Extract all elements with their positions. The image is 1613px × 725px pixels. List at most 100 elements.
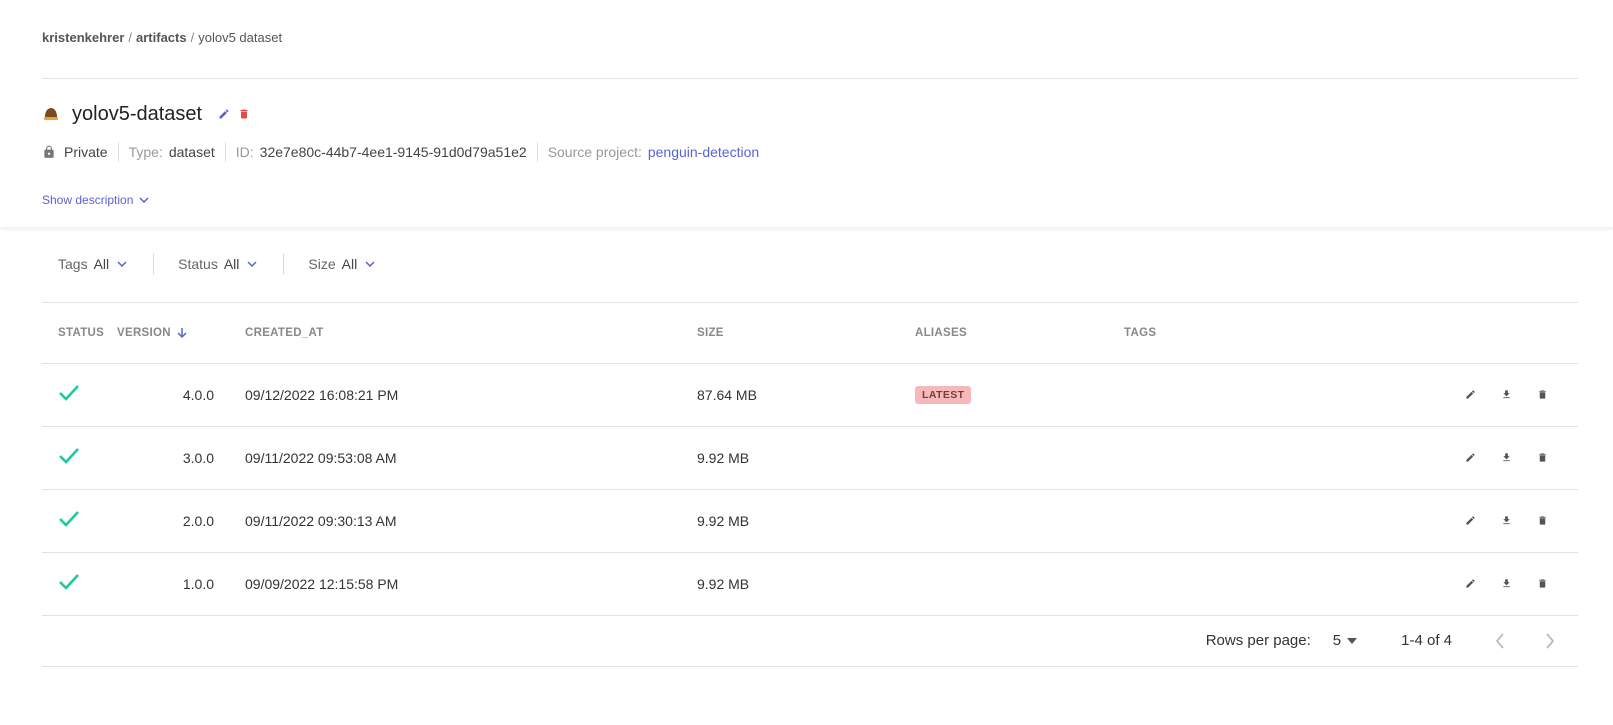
rows-per-page-select[interactable]: 5 <box>1332 632 1358 649</box>
version-cell: 1.0.0 <box>117 552 245 616</box>
filter-bar: Tags All Status All Size All <box>42 250 391 278</box>
version-cell: 4.0.0 <box>117 363 245 427</box>
check-icon <box>59 574 79 590</box>
visibility-value: Private <box>64 144 108 160</box>
id-value: 32e7e80c-44b7-4ee1-9145-91d0d79a51e2 <box>259 144 527 160</box>
delete-icon[interactable] <box>1532 511 1552 531</box>
next-page-icon[interactable] <box>1540 631 1560 651</box>
aliases-cell <box>915 552 1124 616</box>
rows-per-page-value: 5 <box>1332 632 1342 649</box>
artifact-icon <box>42 105 60 123</box>
version-cell: 3.0.0 <box>117 426 245 490</box>
size-cell: 9.92 MB <box>697 426 915 490</box>
download-icon[interactable] <box>1496 574 1516 594</box>
check-icon <box>59 448 79 464</box>
created-at-cell: 09/12/2022 16:08:21 PM <box>245 363 697 427</box>
check-icon <box>59 385 79 401</box>
artifact-type: Type: dataset <box>117 142 225 162</box>
version-header-label: VERSION <box>117 326 171 339</box>
breadcrumb-artifacts[interactable]: artifacts <box>136 30 187 45</box>
table-row[interactable]: 4.0.0 09/12/2022 16:08:21 PM 87.64 MB LA… <box>42 363 1578 427</box>
id-label: ID: <box>235 144 254 160</box>
pagination: Rows per page: 5 1-4 of 4 <box>42 615 1578 667</box>
edit-icon[interactable] <box>1460 448 1480 468</box>
previous-page-icon[interactable] <box>1490 631 1510 651</box>
caret-down-icon <box>1347 637 1358 644</box>
table-header-row: STATUS VERSION CREATED_AT SIZE ALIASES T… <box>42 303 1578 364</box>
show-description-label: Show description <box>42 193 134 207</box>
status-cell <box>42 552 117 616</box>
breadcrumb-user[interactable]: kristenkehrer <box>42 30 124 45</box>
source-project: Source project: penguin-detection <box>536 142 769 162</box>
column-header-aliases: ALIASES <box>915 303 1124 364</box>
sort-arrow-down-icon <box>177 327 187 338</box>
visibility: Private <box>42 142 118 162</box>
chevron-down-icon <box>247 261 257 267</box>
aliases-cell <box>915 489 1124 553</box>
actions-cell <box>1414 426 1578 490</box>
actions-cell <box>1414 363 1578 427</box>
column-header-version[interactable]: VERSION <box>117 303 245 364</box>
filter-size[interactable]: Size All <box>283 254 391 274</box>
actions-cell <box>1414 489 1578 553</box>
header-divider <box>42 78 1578 79</box>
column-header-actions <box>1414 303 1578 364</box>
lock-icon <box>44 145 54 158</box>
created-at-cell: 09/09/2022 12:15:58 PM <box>245 552 697 616</box>
filter-label: Size <box>308 256 336 272</box>
download-icon[interactable] <box>1496 448 1516 468</box>
aliases-cell <box>915 426 1124 490</box>
edit-icon[interactable] <box>1460 574 1480 594</box>
delete-icon[interactable] <box>1532 385 1552 405</box>
type-label: Type: <box>128 144 163 160</box>
column-header-size[interactable]: SIZE <box>697 303 915 364</box>
artifact-id: ID: 32e7e80c-44b7-4ee1-9145-91d0d79a51e2 <box>224 142 537 162</box>
filter-label: Status <box>178 256 218 272</box>
chevron-down-icon <box>365 261 375 267</box>
download-icon[interactable] <box>1496 511 1516 531</box>
type-value: dataset <box>168 144 215 160</box>
table-row[interactable]: 1.0.0 09/09/2022 12:15:58 PM 9.92 MB <box>42 552 1578 616</box>
rows-per-page-label: Rows per page: <box>1205 632 1311 649</box>
column-header-created-at[interactable]: CREATED_AT <box>245 303 697 364</box>
filter-status[interactable]: Status All <box>153 254 273 274</box>
delete-icon[interactable] <box>1532 448 1552 468</box>
status-cell <box>42 426 117 490</box>
created-at-cell: 09/11/2022 09:30:13 AM <box>245 489 697 553</box>
source-project-link[interactable]: penguin-detection <box>648 144 759 160</box>
filter-label: Tags <box>58 256 88 272</box>
page-title: yolov5-dataset <box>72 102 203 125</box>
edit-icon[interactable] <box>1460 511 1480 531</box>
edit-icon[interactable] <box>1460 385 1480 405</box>
table-row[interactable]: 2.0.0 09/11/2022 09:30:13 AM 9.92 MB <box>42 489 1578 553</box>
aliases-cell: LATEST <box>915 363 1124 427</box>
filter-value: All <box>93 256 110 272</box>
edit-name-icon[interactable] <box>214 104 234 124</box>
show-description-toggle[interactable]: Show description <box>42 193 149 207</box>
table-row[interactable]: 3.0.0 09/11/2022 09:53:08 AM 9.92 MB <box>42 426 1578 490</box>
tags-cell <box>1124 426 1414 490</box>
status-cell <box>42 489 117 553</box>
alias-badge: LATEST <box>915 386 972 404</box>
artifact-meta: Private Type: dataset ID: 32e7e80c-44b7-… <box>42 142 769 162</box>
artifact-header: kristenkehrer / artifacts / yolov5 dataset y… <box>0 0 1613 227</box>
delete-artifact-icon[interactable] <box>234 104 254 124</box>
versions-table: STATUS VERSION CREATED_AT SIZE ALIASES T… <box>42 303 1578 616</box>
chevron-down-icon <box>117 261 127 267</box>
status-cell <box>42 363 117 427</box>
check-icon <box>59 511 79 527</box>
page-range: 1-4 of 4 <box>1401 632 1452 649</box>
size-cell: 9.92 MB <box>697 489 915 553</box>
column-header-status[interactable]: STATUS <box>42 303 117 364</box>
filter-tags[interactable]: Tags All <box>42 254 143 274</box>
size-cell: 9.92 MB <box>697 552 915 616</box>
tags-cell <box>1124 489 1414 553</box>
title-row: yolov5-dataset <box>42 103 254 125</box>
download-icon[interactable] <box>1496 385 1516 405</box>
tags-cell <box>1124 552 1414 616</box>
delete-icon[interactable] <box>1532 574 1552 594</box>
filter-value: All <box>341 256 358 272</box>
breadcrumb-current: yolov5 dataset <box>198 30 283 45</box>
size-cell: 87.64 MB <box>697 363 915 427</box>
column-header-tags: TAGS <box>1124 303 1414 364</box>
